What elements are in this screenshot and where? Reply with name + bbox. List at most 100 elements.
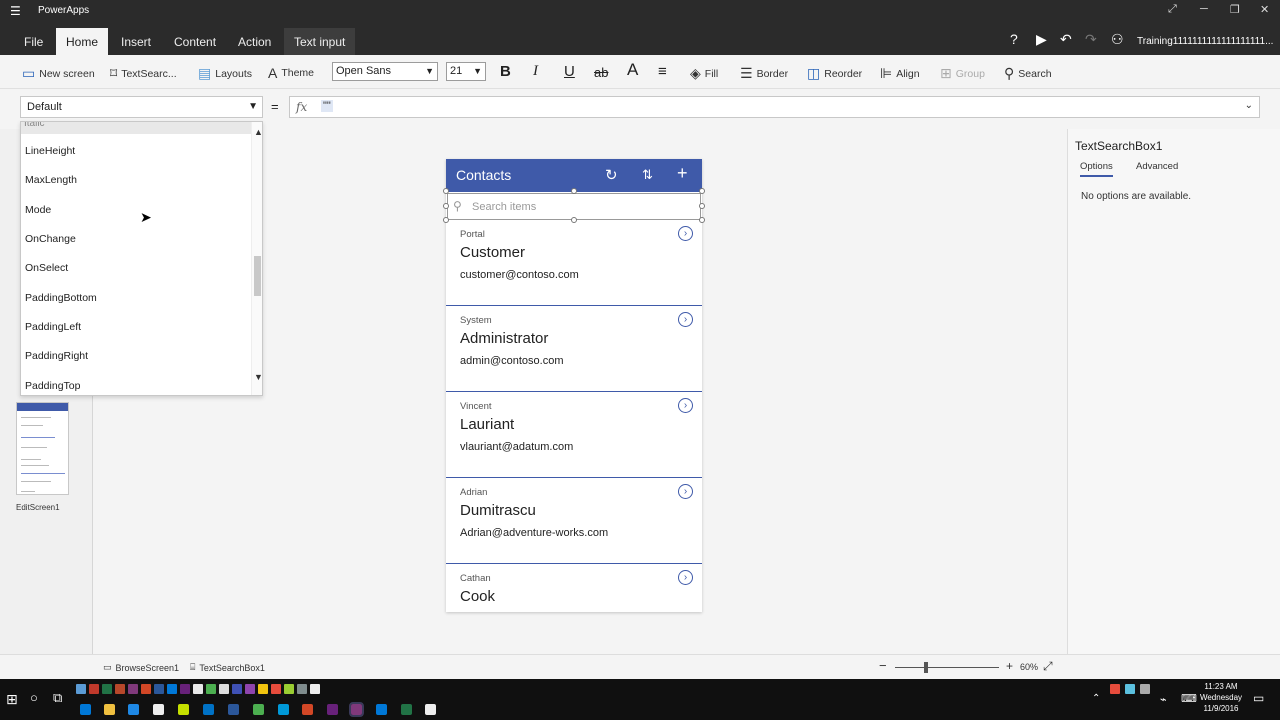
tab-content[interactable]: Content xyxy=(164,22,226,55)
search-input[interactable]: ⚲ Search items xyxy=(447,193,701,220)
taskbar-app-icon[interactable] xyxy=(128,704,139,715)
italic-icon[interactable]: I xyxy=(533,63,538,80)
screen-thumbnail-label[interactable]: EditScreen1 xyxy=(16,503,60,512)
bold-icon[interactable]: B xyxy=(500,63,511,80)
app-preview[interactable]: Contacts ↻ ⇅ + ⚲ Search items Portal Cus… xyxy=(446,159,702,612)
taskbar-app-icon[interactable] xyxy=(104,704,115,715)
user-account-name[interactable]: Training1111111111111111111... xyxy=(1137,36,1273,47)
close-button[interactable]: ✕ xyxy=(1260,3,1269,16)
dropdown-item[interactable]: PaddingTop xyxy=(25,380,80,392)
dropdown-item[interactable]: MaxLength xyxy=(25,174,77,186)
expand-chevron-icon[interactable]: ⌄ xyxy=(1245,100,1253,111)
scroll-down-icon[interactable]: ▼ xyxy=(254,372,262,382)
fit-to-window-icon[interactable]: ⤢ xyxy=(1043,659,1053,674)
chevron-right-icon[interactable]: › xyxy=(678,484,693,499)
dropdown-item[interactable]: LineHeight xyxy=(25,145,75,157)
taskbar-app-icon[interactable] xyxy=(278,704,289,715)
taskbar-app-icon[interactable] xyxy=(271,684,281,694)
reorder-button[interactable]: ◫ Reorder xyxy=(807,65,862,82)
resize-handle[interactable] xyxy=(443,203,449,209)
group-button[interactable]: ⊞ Group xyxy=(940,65,985,82)
dropdown-item[interactable]: OnSelect xyxy=(25,262,68,274)
help-icon[interactable]: ? xyxy=(1010,31,1018,47)
taskbar-app-icon[interactable] xyxy=(297,684,307,694)
tab-insert[interactable]: Insert xyxy=(111,22,161,55)
taskbar-app-icon[interactable] xyxy=(376,704,387,715)
resize-handle[interactable] xyxy=(699,203,705,209)
resize-handle[interactable] xyxy=(443,217,449,223)
zoom-slider-thumb[interactable] xyxy=(924,662,929,673)
gallery-item[interactable]: Adrian Dumitrascu Adrian@adventure-works… xyxy=(446,478,702,564)
property-select[interactable]: Default ▼ xyxy=(20,96,263,118)
theme-button[interactable]: A Theme xyxy=(268,65,314,81)
preview-play-icon[interactable]: ▶ xyxy=(1036,31,1047,48)
tab-action[interactable]: Action xyxy=(228,22,281,55)
property-dropdown-list[interactable]: Italic LineHeight MaxLength Mode OnChang… xyxy=(20,121,263,396)
taskbar-app-icon[interactable] xyxy=(245,684,255,694)
taskbar-app-icon[interactable] xyxy=(178,704,189,715)
hamburger-menu-icon[interactable]: ☰ xyxy=(10,4,21,18)
taskbar-app-icon[interactable] xyxy=(76,684,86,694)
taskbar-app-icon[interactable] xyxy=(401,704,412,715)
dropdown-item[interactable]: PaddingLeft xyxy=(25,321,81,333)
tab-advanced[interactable]: Advanced xyxy=(1136,161,1178,172)
taskbar-app-icon[interactable] xyxy=(128,684,138,694)
taskbar-app-icon[interactable] xyxy=(167,684,177,694)
network-icon[interactable]: ⌁ xyxy=(1160,693,1167,706)
dropdown-scrollbar[interactable]: ▲ ▼ xyxy=(251,122,262,395)
taskbar-app-icon[interactable] xyxy=(180,684,190,694)
taskbar-app-icon[interactable] xyxy=(425,704,436,715)
dropdown-item[interactable]: PaddingBottom xyxy=(25,292,97,304)
tab-home[interactable]: Home xyxy=(56,28,109,55)
breadcrumb-screen[interactable]: ▭ BrowseScreen1 xyxy=(103,662,179,673)
text-align-icon[interactable]: ≡ xyxy=(658,63,667,80)
chevron-right-icon[interactable]: › xyxy=(678,570,693,585)
gallery-item[interactable]: Portal Customer customer@contoso.com › xyxy=(446,220,702,306)
search-button[interactable]: ⚲ Search xyxy=(1004,65,1052,82)
windows-start-icon[interactable]: ⊞ xyxy=(6,691,18,708)
task-view-icon[interactable]: ⧉ xyxy=(53,690,62,706)
dropdown-item[interactable]: OnChange xyxy=(25,233,76,245)
taskbar-app-icon[interactable] xyxy=(228,704,239,715)
taskbar-app-icon-active[interactable] xyxy=(349,702,364,717)
taskbar-app-icon[interactable] xyxy=(302,704,313,715)
chevron-right-icon[interactable]: › xyxy=(678,226,693,241)
scroll-up-icon[interactable]: ▲ xyxy=(254,127,262,137)
taskbar-app-icon[interactable] xyxy=(232,684,242,694)
breadcrumb-control[interactable]: ⌸ TextSearchBox1 xyxy=(190,662,265,673)
taskbar-app-icon[interactable] xyxy=(115,684,125,694)
system-clock[interactable]: 11:23 AM Wednesday 11/9/2016 xyxy=(1198,681,1244,714)
taskbar-app-icon[interactable] xyxy=(206,684,216,694)
screen-thumbnail[interactable] xyxy=(16,402,69,495)
taskbar-app-icon[interactable] xyxy=(310,684,320,694)
taskbar-app-icon[interactable] xyxy=(80,704,91,715)
taskbar-app-icon[interactable] xyxy=(153,704,164,715)
dropdown-item[interactable]: Mode xyxy=(25,204,51,216)
chevron-right-icon[interactable]: › xyxy=(678,398,693,413)
border-button[interactable]: ☰ Border xyxy=(740,65,788,82)
layouts-button[interactable]: ▤ Layouts xyxy=(198,65,252,82)
resize-handle[interactable] xyxy=(699,188,705,194)
fill-button[interactable]: ◈ Fill xyxy=(690,65,718,82)
taskbar-app-icon[interactable] xyxy=(141,684,151,694)
underline-icon[interactable]: U xyxy=(564,63,575,80)
zoom-slider[interactable] xyxy=(895,667,999,668)
refresh-icon[interactable]: ↻ xyxy=(605,166,618,184)
taskbar-app-icon[interactable] xyxy=(154,684,164,694)
gallery-item[interactable]: Cathan Cook › xyxy=(446,564,702,612)
resize-handle[interactable] xyxy=(699,217,705,223)
gallery-item[interactable]: System Administrator admin@contoso.com › xyxy=(446,306,702,392)
restore-button[interactable]: ❐ xyxy=(1230,3,1240,16)
tab-text-input[interactable]: Text input xyxy=(284,28,356,55)
tray-icon[interactable] xyxy=(1125,684,1135,694)
taskbar-app-icon[interactable] xyxy=(102,684,112,694)
taskbar-app-icon[interactable] xyxy=(327,704,338,715)
zoom-in-icon[interactable]: + xyxy=(1006,659,1013,673)
add-icon[interactable]: + xyxy=(677,163,688,184)
fullscreen-icon[interactable]: ⤢ xyxy=(1168,3,1177,16)
font-family-select[interactable]: Open Sans ▼ xyxy=(332,62,438,81)
font-size-select[interactable]: 21 ▼ xyxy=(446,62,486,81)
user-icon[interactable]: ⚇ xyxy=(1111,31,1124,48)
taskbar-app-icon[interactable] xyxy=(219,684,229,694)
taskbar-app-icon[interactable] xyxy=(89,684,99,694)
